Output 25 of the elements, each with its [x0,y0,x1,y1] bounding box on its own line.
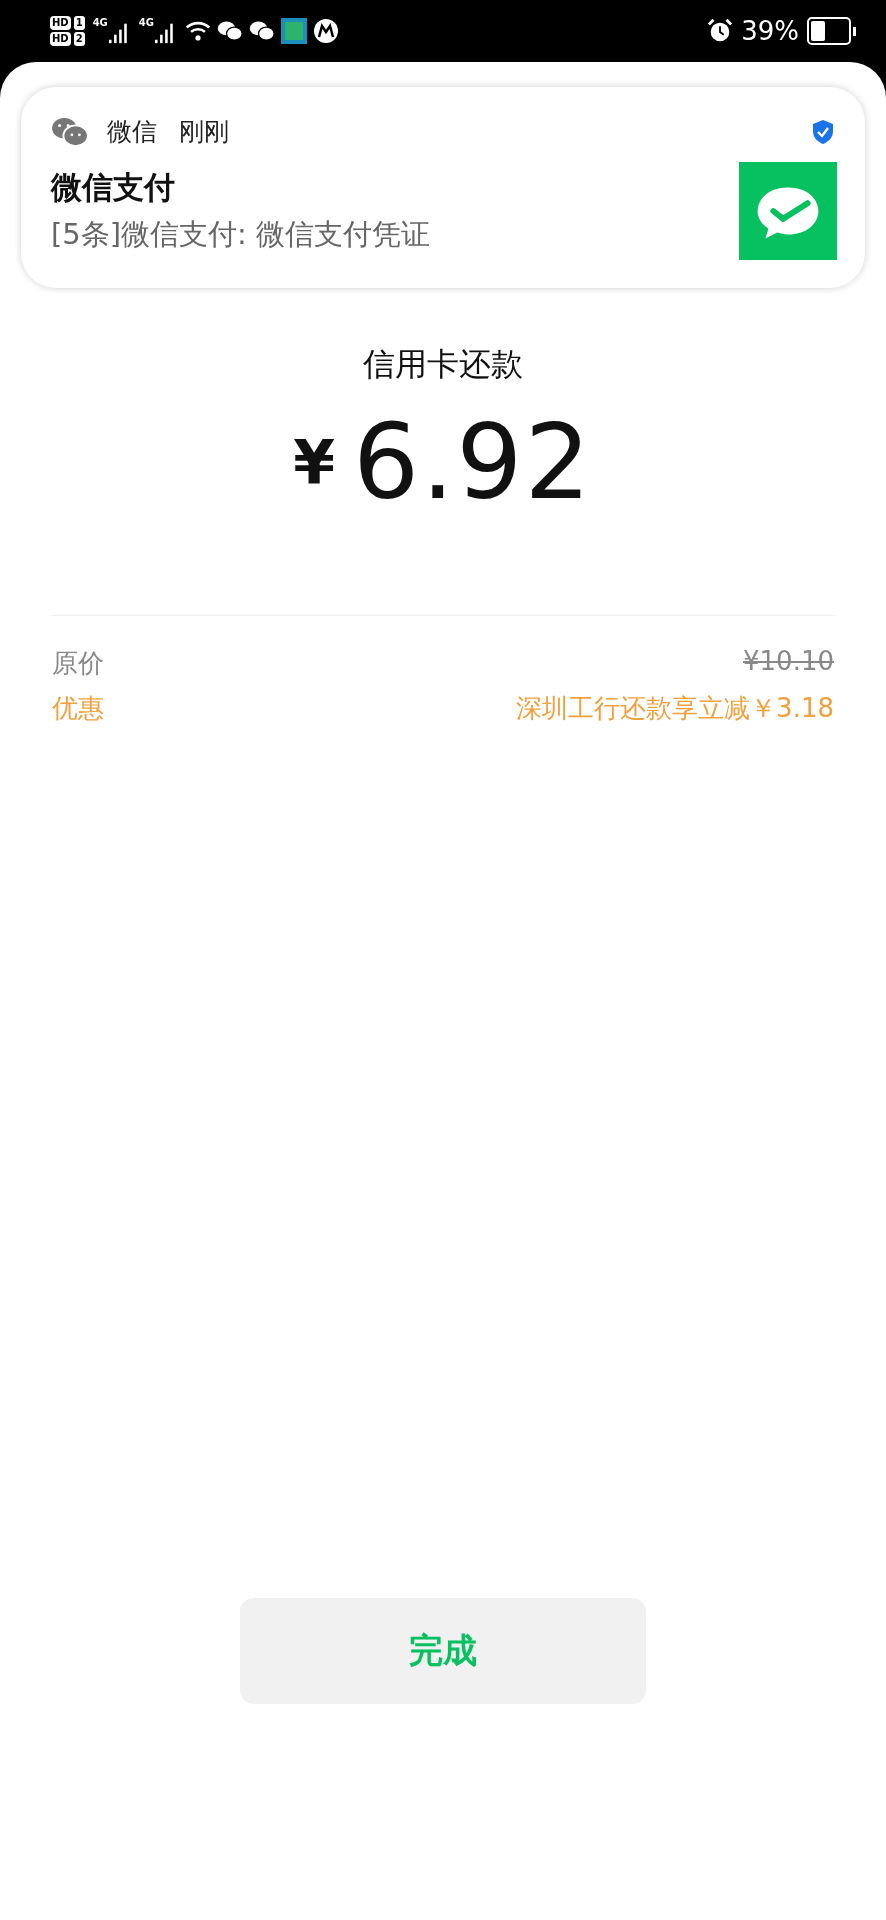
network-type: 4G [138,17,154,29]
notification-card[interactable]: 微信 刚刚 微信支付 [5条]微信支付: 微信支付凭证 [20,86,866,289]
sim-slot: 1 [73,16,85,30]
sim-badge: HD [50,32,71,46]
original-price-label: 原价 [52,647,104,680]
sim-slot: 2 [73,32,85,46]
original-price: ¥10.10 [743,646,834,678]
discount-value: 深圳工行还款享立减￥3.18 [516,692,834,725]
notification-time: 刚刚 [179,116,229,148]
discount-label: 优惠 [52,692,104,725]
alarm-clock-icon [707,18,734,44]
currency-symbol: ¥ [293,427,336,497]
app-icon [281,18,307,44]
sim-badge: HD [50,16,71,30]
battery-percentage: 39% [741,16,799,46]
chat-check-icon [739,162,837,260]
notification-message: [5条]微信支付: 微信支付凭证 [51,216,432,253]
network-type: 4G [92,17,108,29]
logo-icon [313,18,339,44]
chat-bubbles-icon [51,115,89,148]
payment-title: 信用卡还款 [362,344,524,385]
app-name: 微信 [107,116,157,148]
shield-check-icon [811,118,835,145]
payment-amount: 6.92 [353,401,593,523]
notification-title: 微信支付 [51,168,176,207]
